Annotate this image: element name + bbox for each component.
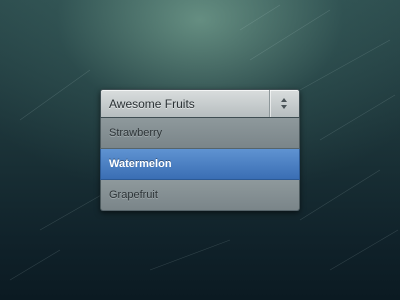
dropdown-option-strawberry[interactable]: Strawberry: [100, 118, 300, 149]
dropdown-select-bar[interactable]: Awesome Fruits: [100, 89, 300, 118]
dropdown-toggle-button[interactable]: [269, 90, 299, 117]
fruit-dropdown[interactable]: Awesome Fruits Strawberry Watermelon Gra…: [100, 89, 300, 211]
dropdown-option-grapefruit[interactable]: Grapefruit: [100, 180, 300, 211]
chevron-up-icon: [281, 98, 287, 102]
chevron-down-icon: [281, 105, 287, 109]
dropdown-option-watermelon[interactable]: Watermelon: [100, 149, 300, 180]
dropdown-selected-label: Awesome Fruits: [109, 97, 195, 111]
